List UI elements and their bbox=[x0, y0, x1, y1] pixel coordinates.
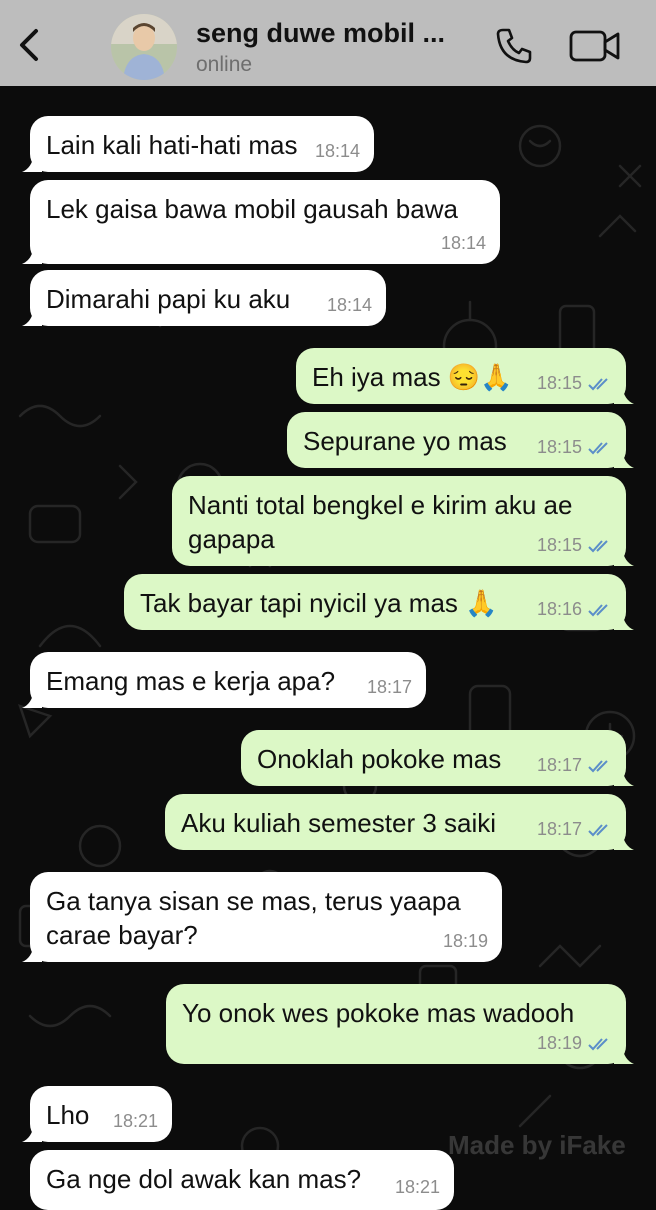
watermark: Made by iFake bbox=[448, 1130, 626, 1160]
double-check-icon bbox=[588, 377, 608, 390]
message-outgoing[interactable]: Onoklah pokoke mas 18:17 bbox=[241, 730, 634, 786]
message-meta: 18:16 bbox=[537, 599, 612, 620]
message-time: 18:14 bbox=[314, 141, 360, 161]
contact-avatar[interactable] bbox=[111, 14, 177, 80]
message-meta: 18:14 bbox=[315, 141, 360, 162]
message-time: 18:19 bbox=[536, 1033, 582, 1053]
message-meta: 18:15 bbox=[537, 535, 612, 556]
message-incoming[interactable]: Ga nge dol awak kan mas? 18:21 bbox=[30, 1150, 454, 1210]
message-incoming[interactable]: Emang mas e kerja apa? 18:17 bbox=[22, 652, 426, 708]
double-check-icon bbox=[588, 603, 608, 616]
bubble-tail bbox=[614, 1046, 634, 1064]
message-time: 18:17 bbox=[366, 677, 412, 697]
double-check-icon bbox=[588, 823, 608, 836]
bubble-tail bbox=[22, 246, 42, 264]
message-meta: 18:21 bbox=[395, 1177, 440, 1198]
message-meta: 18:19 bbox=[537, 1033, 612, 1054]
message-text: Lek gaisa bawa mobil gausah bawa bbox=[46, 194, 458, 224]
message-meta: 18:17 bbox=[537, 819, 612, 840]
message-meta: 18:21 bbox=[113, 1111, 158, 1132]
bubble-tail bbox=[614, 832, 634, 850]
message-incoming[interactable]: Lain kali hati-hati mas 18:14 bbox=[22, 116, 374, 172]
message-text: Lain kali hati-hati mas bbox=[46, 130, 298, 160]
message-outgoing[interactable]: Eh iya mas 😔🙏 18:15 bbox=[296, 348, 634, 404]
message-time: 18:14 bbox=[440, 233, 486, 253]
video-camera-icon[interactable] bbox=[568, 28, 622, 64]
message-meta: 18:14 bbox=[441, 233, 486, 254]
message-text: Emang mas e kerja apa? bbox=[46, 666, 336, 696]
message-outgoing[interactable]: Tak bayar tapi nyicil ya mas 🙏 18:16 bbox=[124, 574, 634, 630]
bubble-tail bbox=[614, 450, 634, 468]
message-meta: 18:15 bbox=[537, 373, 612, 394]
contact-name[interactable]: seng duwe mobil ... bbox=[196, 18, 486, 49]
double-check-icon bbox=[588, 759, 608, 772]
message-time: 18:17 bbox=[536, 755, 582, 775]
message-incoming[interactable]: Dimarahi papi ku aku 18:14 bbox=[22, 270, 386, 326]
bubble-tail bbox=[614, 768, 634, 786]
message-meta: 18:14 bbox=[327, 295, 372, 316]
message-meta: 18:17 bbox=[367, 677, 412, 698]
message-time: 18:15 bbox=[536, 373, 582, 393]
message-meta: 18:15 bbox=[537, 437, 612, 458]
double-check-icon bbox=[588, 539, 608, 552]
bubble-tail bbox=[614, 548, 634, 566]
phone-icon[interactable] bbox=[494, 26, 534, 66]
double-check-icon bbox=[588, 1037, 608, 1050]
message-incoming[interactable]: Ga tanya sisan se mas, terus yaapa carae… bbox=[22, 872, 502, 962]
bubble-tail bbox=[22, 154, 42, 172]
bubble-tail bbox=[22, 944, 42, 962]
bubble-tail bbox=[22, 1124, 42, 1142]
contact-status: online bbox=[196, 53, 253, 76]
bubble-tail bbox=[614, 386, 634, 404]
message-time: 18:16 bbox=[536, 599, 582, 619]
message-time: 18:15 bbox=[536, 535, 582, 555]
message-incoming[interactable]: Lho 18:21 bbox=[22, 1086, 172, 1142]
message-meta: 18:19 bbox=[443, 931, 488, 952]
message-text: Ga nge dol awak kan mas? bbox=[46, 1164, 362, 1194]
message-text: Ga tanya sisan se mas, terus yaapa carae… bbox=[46, 886, 461, 950]
message-incoming[interactable]: Lek gaisa bawa mobil gausah bawa 18:14 bbox=[22, 180, 500, 264]
message-time: 18:19 bbox=[442, 931, 488, 951]
message-time: 18:21 bbox=[394, 1177, 440, 1197]
message-meta: 18:17 bbox=[537, 755, 612, 776]
message-outgoing[interactable]: Aku kuliah semester 3 saiki 18:17 bbox=[165, 794, 634, 850]
message-time: 18:15 bbox=[536, 437, 582, 457]
message-time: 18:14 bbox=[326, 295, 372, 315]
bubble-tail bbox=[22, 308, 42, 326]
bubble-tail bbox=[614, 612, 634, 630]
bubble-tail bbox=[22, 690, 42, 708]
message-text: Yo onok wes pokoke mas wadooh bbox=[182, 998, 575, 1028]
message-text: Dimarahi papi ku aku bbox=[46, 284, 291, 314]
double-check-icon bbox=[588, 441, 608, 454]
message-outgoing[interactable]: Nanti total bengkel e kirim aku ae gapap… bbox=[172, 476, 634, 566]
message-time: 18:21 bbox=[112, 1111, 158, 1131]
message-outgoing[interactable]: Sepurane yo mas 18:15 bbox=[287, 412, 634, 468]
avatar-photo bbox=[111, 14, 177, 80]
message-time: 18:17 bbox=[536, 819, 582, 839]
chevron-left-icon[interactable] bbox=[14, 27, 44, 63]
message-outgoing[interactable]: Yo onok wes pokoke mas wadooh 18:19 bbox=[166, 984, 634, 1064]
chat-header: seng duwe mobil ... online bbox=[0, 0, 656, 86]
